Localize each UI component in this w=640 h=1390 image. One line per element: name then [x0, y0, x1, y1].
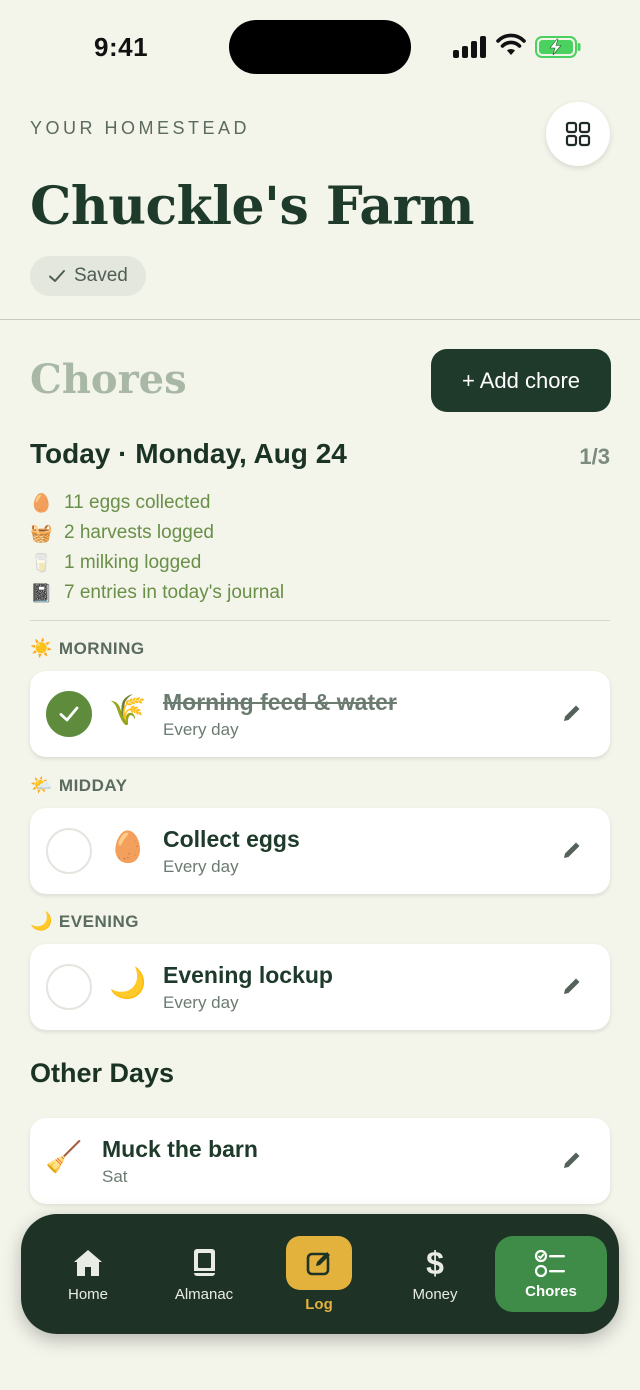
basket-icon: 🧺	[30, 522, 53, 543]
wifi-icon	[496, 33, 526, 55]
status-bar: 9:41	[0, 0, 640, 92]
edit-icon	[306, 1251, 330, 1275]
chore-checkbox-checked[interactable]	[46, 691, 92, 737]
period-evening: 🌙 EVENING	[30, 911, 139, 932]
signal-icon	[453, 36, 487, 58]
tab-label: Money	[412, 1285, 458, 1303]
pencil-icon[interactable]	[560, 701, 584, 725]
battery-icon	[535, 36, 581, 58]
wheat-icon: 🌾	[109, 694, 147, 727]
tab-label: Chores	[525, 1282, 577, 1300]
checkmark-icon	[49, 270, 65, 282]
summary-row-harvests: 🧺 2 harvests logged	[30, 518, 284, 548]
egg-icon: 🥚	[30, 492, 53, 513]
today-progress: 1/3	[579, 444, 610, 469]
chore-schedule: Every day	[163, 993, 239, 1012]
dynamic-island	[229, 20, 411, 74]
checklist-icon	[535, 1249, 565, 1277]
summary-row-journal: 📓 7 entries in today's journal	[30, 578, 284, 608]
chore-title: Morning feed & water	[163, 689, 397, 715]
tab-label: Log	[305, 1295, 333, 1313]
chore-checkbox[interactable]	[46, 964, 92, 1010]
house-icon	[74, 1249, 102, 1276]
notebook-icon: 📓	[30, 582, 53, 603]
period-label: EVENING	[58, 911, 139, 931]
grid-menu-button[interactable]	[546, 102, 610, 166]
chore-checkbox[interactable]	[46, 828, 92, 874]
period-label: MORNING	[58, 638, 145, 658]
summary-text: 11 eggs collected	[64, 492, 211, 513]
add-chore-button[interactable]: + Add chore	[431, 349, 611, 412]
tab-almanac[interactable]: Almanac	[156, 1214, 252, 1334]
chores-section-title: Chores	[30, 356, 187, 403]
chore-card-evening-lockup[interactable]: 🌙 Evening lockup Every day	[30, 944, 610, 1030]
other-days-heading: Other Days	[30, 1058, 175, 1088]
log-badge	[286, 1235, 352, 1290]
summary-text: 7 entries in today's journal	[64, 582, 285, 603]
egg-icon: 🥚	[109, 831, 147, 864]
tab-label: Home	[67, 1285, 108, 1303]
tab-money[interactable]: $ Money	[387, 1214, 483, 1334]
summary-text: 2 harvests logged	[64, 522, 214, 543]
tab-home[interactable]: Home	[41, 1214, 135, 1334]
dollar-icon: $	[426, 1244, 444, 1281]
chore-schedule: Every day	[163, 720, 239, 739]
saved-badge: Saved	[30, 256, 146, 296]
homestead-eyebrow: YOUR HOMESTEAD	[30, 118, 251, 138]
moon-icon: 🌙	[30, 911, 53, 931]
moon-icon: 🌙	[109, 967, 147, 1000]
sun-icon: ☀️	[30, 638, 53, 658]
today-heading: Today · Monday, Aug 24	[30, 438, 347, 469]
chore-card-collect-eggs[interactable]: 🥚 Collect eggs Every day	[30, 808, 610, 894]
period-midday: 🌤️ MIDDAY	[30, 775, 127, 796]
period-morning: ☀️ MORNING	[30, 638, 145, 659]
chore-title: Evening lockup	[163, 962, 333, 988]
checkmark-icon	[59, 706, 79, 722]
pencil-icon[interactable]	[560, 1148, 584, 1172]
chore-schedule: Every day	[163, 857, 239, 876]
milk-icon: 🥛	[30, 552, 53, 573]
pencil-icon[interactable]	[560, 838, 584, 862]
book-icon	[194, 1248, 215, 1276]
broom-icon: 🧹	[45, 1141, 83, 1174]
period-label: MIDDAY	[58, 775, 128, 795]
chore-card-muck-barn[interactable]: 🧹 Muck the barn Sat	[30, 1118, 610, 1204]
sun-cloud-icon: 🌤️	[30, 775, 53, 795]
chore-card-morning-feed[interactable]: 🌾 Morning feed & water Every day	[30, 671, 610, 757]
summary-text: 1 milking logged	[64, 552, 202, 573]
tab-log[interactable]: Log	[271, 1214, 367, 1334]
today-summary: 🥚 11 eggs collected 🧺 2 harvests logged …	[30, 488, 284, 608]
status-time: 9:41	[94, 32, 149, 62]
saved-label: Saved	[74, 265, 128, 286]
farm-title: Chuckle's Farm	[30, 176, 475, 237]
chore-schedule: Sat	[102, 1167, 128, 1186]
chore-title: Collect eggs	[163, 826, 300, 852]
summary-row-milking: 🥛 1 milking logged	[30, 548, 284, 578]
summary-row-eggs: 🥚 11 eggs collected	[30, 488, 284, 518]
grid-icon	[565, 121, 591, 147]
tab-chores[interactable]: Chores	[495, 1236, 607, 1312]
pencil-icon[interactable]	[560, 974, 584, 998]
summary-divider	[30, 620, 610, 621]
tab-bar: Home Almanac Log $ Money Chores	[21, 1214, 619, 1334]
header-divider	[0, 319, 640, 320]
tab-label: Almanac	[174, 1285, 234, 1303]
chore-title: Muck the barn	[102, 1136, 258, 1162]
